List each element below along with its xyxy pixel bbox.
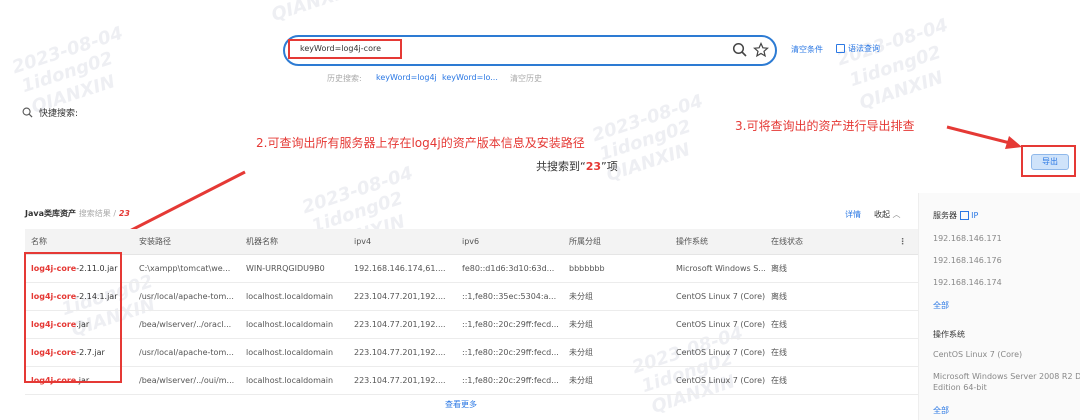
ipv4-cell: 223.104.77.201,192....	[348, 338, 456, 367]
group-cell: 未分组	[563, 282, 670, 311]
section-title: Java类库资产 搜索结果 / 23	[25, 209, 130, 218]
ipv6-cell: ::1,fe80::20c:29ff:fecd...	[456, 338, 563, 367]
ip-filter-item[interactable]: 192.168.146.174	[933, 278, 1002, 287]
group-cell: 未分组	[563, 366, 670, 395]
view-more-link[interactable]: 查看更多	[445, 399, 477, 410]
export-button[interactable]: 导出	[1031, 154, 1069, 170]
result-count: 23	[585, 160, 602, 173]
ipv6-cell: ::1,fe80::20c:29ff:fecd...	[456, 366, 563, 395]
path-cell: /usr/local/apache-tom...	[133, 282, 240, 311]
table-row[interactable]: log4j-core-2.14.1.jar /usr/local/apache-…	[25, 282, 920, 311]
table-row[interactable]: log4j-core.jar /bea/wlserver/../oracl...…	[25, 310, 920, 339]
detail-link[interactable]: 详情	[845, 209, 861, 220]
os-filter-item[interactable]: Edition 64-bit	[933, 383, 987, 392]
table-row[interactable]: log4j-core-2.7.jar /usr/local/apache-tom…	[25, 338, 920, 367]
column-settings-icon[interactable]: ⋮	[885, 229, 920, 255]
host-cell: WIN-URRQGIDU9B0	[240, 254, 348, 283]
table-header-row: 名称 安装路径 机器名称 ipv4 ipv6 所属分组 操作系统 在线状态 ⋮	[25, 229, 920, 255]
path-cell: /usr/local/apache-tom...	[133, 338, 240, 367]
host-cell: localhost.localdomain	[240, 310, 348, 339]
column-header[interactable]: ipv4	[348, 229, 456, 255]
name-column-highlight	[24, 252, 122, 383]
group-cell: 未分组	[563, 310, 670, 339]
ipv6-cell: ::1,fe80::20c:29ff:fecd...	[456, 310, 563, 339]
collapse-toggle[interactable]: 收起 ︿	[874, 209, 901, 220]
status-cell: 在线	[765, 338, 885, 367]
os-filter-title: 操作系统	[933, 330, 965, 339]
host-cell: localhost.localdomain	[240, 338, 348, 367]
os-cell: CentOS Linux 7 (Core)	[670, 338, 765, 367]
status-cell: 离线	[765, 254, 885, 283]
column-header[interactable]: 名称	[25, 229, 133, 255]
show-all-link[interactable]: 全部	[933, 405, 949, 416]
path-cell: /bea/wlserver/../oui/m...	[133, 366, 240, 395]
group-cell: 未分组	[563, 338, 670, 367]
column-header[interactable]: 操作系统	[670, 229, 765, 255]
ipv4-cell: 223.104.77.201,192....	[348, 366, 456, 395]
os-filter-item[interactable]: Microsoft Windows Server 2008 R2 Da	[933, 372, 1080, 381]
result-summary: 共搜索到“23”项	[536, 160, 618, 173]
column-header[interactable]: 机器名称	[240, 229, 348, 255]
column-header[interactable]: 安装路径	[133, 229, 240, 255]
os-cell: CentOS Linux 7 (Core)	[670, 366, 765, 395]
ipv6-cell: fe80::d1d6:3d10:63d...	[456, 254, 563, 283]
host-cell: localhost.localdomain	[240, 366, 348, 395]
path-cell: C:\xampp\tomcat\we...	[133, 254, 240, 283]
status-cell: 在线	[765, 310, 885, 339]
os-cell: CentOS Linux 7 (Core)	[670, 310, 765, 339]
ipv4-cell: 223.104.77.201,192....	[348, 282, 456, 311]
group-cell: bbbbbbb	[563, 254, 670, 283]
status-cell: 在线	[765, 366, 885, 395]
column-header[interactable]: 在线状态	[765, 229, 885, 255]
ipv4-cell: 223.104.77.201,192....	[348, 310, 456, 339]
ipv4-cell: 192.168.146.174,61....	[348, 254, 456, 283]
os-filter-item[interactable]: CentOS Linux 7 (Core)	[933, 350, 1022, 359]
ip-filter-item[interactable]: 192.168.146.176	[933, 256, 1002, 265]
column-header[interactable]: ipv6	[456, 229, 563, 255]
server-filter-title: 服务器 IP	[933, 211, 979, 220]
show-all-link[interactable]: 全部	[933, 300, 949, 311]
column-header[interactable]: 所属分组	[563, 229, 670, 255]
ip-checkbox[interactable]	[959, 211, 969, 220]
host-cell: localhost.localdomain	[240, 282, 348, 311]
os-cell: CentOS Linux 7 (Core)	[670, 282, 765, 311]
chevron-up-icon: ︿	[892, 210, 901, 219]
table-row[interactable]: log4j-core-2.11.0.jar C:\xampp\tomcat\we…	[25, 254, 920, 283]
status-cell: 离线	[765, 282, 885, 311]
asset-table: 名称 安装路径 机器名称 ipv4 ipv6 所属分组 操作系统 在线状态 ⋮ …	[25, 229, 920, 395]
os-cell: Microsoft Windows S...	[670, 254, 765, 283]
table-row[interactable]: log4j-core.jar /bea/wlserver/../oui/m...…	[25, 366, 920, 395]
path-cell: /bea/wlserver/../oracl...	[133, 310, 240, 339]
ipv6-cell: ::1,fe80::35ec:5304:a...	[456, 282, 563, 311]
ip-filter-item[interactable]: 192.168.146.171	[933, 234, 1002, 243]
